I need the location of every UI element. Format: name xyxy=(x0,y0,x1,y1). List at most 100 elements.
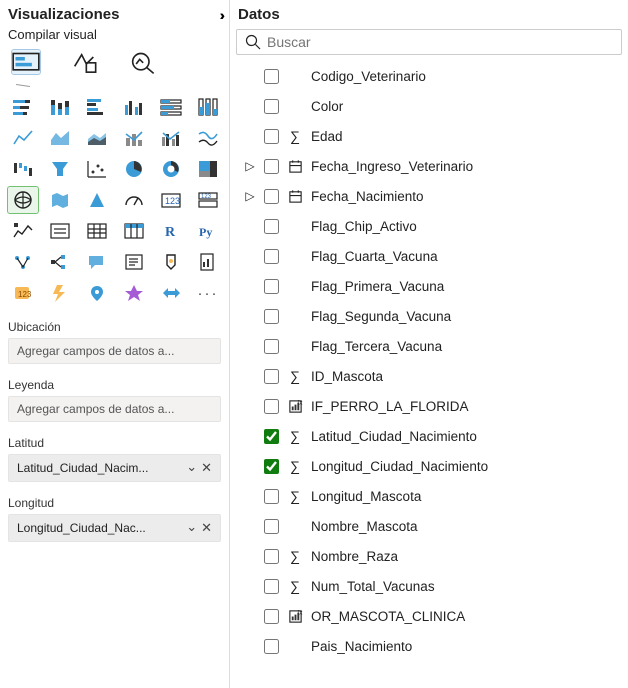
remove-field-icon[interactable]: ✕ xyxy=(201,460,212,476)
expand-caret-icon[interactable]: ▷ xyxy=(244,189,256,203)
viz-py-script[interactable]: Py xyxy=(193,218,223,244)
chevron-down-icon[interactable]: ⌄ xyxy=(186,459,197,475)
field-checkbox[interactable] xyxy=(264,69,279,84)
field-checkbox[interactable] xyxy=(264,219,279,234)
field-checkbox[interactable] xyxy=(264,189,279,204)
viz-pie[interactable] xyxy=(119,156,149,182)
chevron-down-icon[interactable]: ⌄ xyxy=(186,519,197,535)
field-checkbox[interactable] xyxy=(264,399,279,414)
viz-goals[interactable] xyxy=(156,249,186,275)
viz-stacked-area[interactable] xyxy=(82,125,112,151)
field-checkbox[interactable] xyxy=(264,429,279,444)
viz-scatter[interactable] xyxy=(82,156,112,182)
viz-area[interactable] xyxy=(45,125,75,151)
field-checkbox[interactable] xyxy=(264,489,279,504)
field-checkbox[interactable] xyxy=(264,249,279,264)
tab-format-visual[interactable] xyxy=(70,50,98,74)
field-checkbox[interactable] xyxy=(264,129,279,144)
field-row[interactable]: ▷fxOR_MASCOTA_CLINICA xyxy=(230,601,624,631)
field-row[interactable]: ▷Pais_Nacimiento xyxy=(230,631,624,661)
viz-treemap[interactable] xyxy=(193,156,223,182)
viz-custom-2[interactable] xyxy=(156,280,186,306)
field-checkbox[interactable] xyxy=(264,459,279,474)
tab-analytics[interactable] xyxy=(128,50,156,74)
viz-r-script[interactable]: R xyxy=(156,218,186,244)
collapse-panel-icon[interactable]: ›› xyxy=(220,7,221,23)
svg-text:Py: Py xyxy=(199,225,212,239)
field-checkbox[interactable] xyxy=(264,369,279,384)
field-row[interactable]: ▷Nombre_Mascota xyxy=(230,511,624,541)
field-name: Flag_Primera_Vacuna xyxy=(311,279,624,294)
viz-line-stacked-column[interactable] xyxy=(119,125,149,151)
viz-ribbon[interactable] xyxy=(193,125,223,151)
field-row[interactable]: ▷∑ID_Mascota xyxy=(230,361,624,391)
field-checkbox[interactable] xyxy=(264,579,279,594)
well-ubicacion[interactable]: Agregar campos de datos a... xyxy=(8,338,221,364)
field-row[interactable]: ▷fxIF_PERRO_LA_FLORIDA xyxy=(230,391,624,421)
field-row[interactable]: ▷Codigo_Veterinario xyxy=(230,61,624,91)
field-checkbox[interactable] xyxy=(264,639,279,654)
field-row[interactable]: ▷∑Nombre_Raza xyxy=(230,541,624,571)
field-row[interactable]: ▷Flag_Tercera_Vacuna xyxy=(230,331,624,361)
viz-key-influencers[interactable] xyxy=(8,249,38,275)
tab-build-visual[interactable] xyxy=(12,50,40,74)
field-checkbox[interactable] xyxy=(264,339,279,354)
expand-caret-icon[interactable]: ▷ xyxy=(244,159,256,173)
field-checkbox[interactable] xyxy=(264,549,279,564)
viz-smart-narrative[interactable] xyxy=(119,249,149,275)
viz-donut[interactable] xyxy=(156,156,186,182)
field-row[interactable]: ▷∑Longitud_Mascota xyxy=(230,481,624,511)
field-checkbox[interactable] xyxy=(264,609,279,624)
viz-map[interactable] xyxy=(8,187,38,213)
field-row[interactable]: ▷Fecha_Nacimiento xyxy=(230,181,624,211)
field-row[interactable]: ▷Flag_Primera_Vacuna xyxy=(230,271,624,301)
viz-qa[interactable] xyxy=(82,249,112,275)
viz-funnel[interactable] xyxy=(45,156,75,182)
field-checkbox[interactable] xyxy=(264,159,279,174)
field-checkbox[interactable] xyxy=(264,519,279,534)
well-longitud[interactable]: Longitud_Ciudad_Nac... ⌄ ✕ xyxy=(8,514,221,542)
viz-card[interactable]: 123 xyxy=(156,187,186,213)
field-row[interactable]: ▷∑Num_Total_Vacunas xyxy=(230,571,624,601)
well-leyenda[interactable]: Agregar campos de datos a... xyxy=(8,396,221,422)
field-row[interactable]: ▷∑Latitud_Ciudad_Nacimiento xyxy=(230,421,624,451)
field-checkbox[interactable] xyxy=(264,279,279,294)
viz-arcgis[interactable] xyxy=(82,280,112,306)
field-checkbox[interactable] xyxy=(264,99,279,114)
viz-100-stacked-bar[interactable] xyxy=(156,94,186,120)
viz-paginated[interactable] xyxy=(193,249,223,275)
viz-matrix[interactable] xyxy=(119,218,149,244)
viz-multi-card[interactable]: 123 xyxy=(193,187,223,213)
viz-kpi[interactable] xyxy=(8,218,38,244)
viz-filled-map[interactable] xyxy=(45,187,75,213)
viz-slicer[interactable] xyxy=(45,218,75,244)
viz-waterfall[interactable] xyxy=(8,156,38,182)
field-row[interactable]: ▷Color xyxy=(230,91,624,121)
viz-gauge[interactable] xyxy=(119,187,149,213)
viz-stacked-column[interactable] xyxy=(45,94,75,120)
viz-power-automate[interactable] xyxy=(45,280,75,306)
field-checkbox[interactable] xyxy=(264,309,279,324)
field-row[interactable]: ▷Fecha_Ingreso_Veterinario xyxy=(230,151,624,181)
viz-line[interactable] xyxy=(8,125,38,151)
viz-custom-1[interactable] xyxy=(119,280,149,306)
viz-table[interactable] xyxy=(82,218,112,244)
search-input[interactable] xyxy=(267,34,613,50)
well-latitud[interactable]: Latitud_Ciudad_Nacim... ⌄ ✕ xyxy=(8,454,221,482)
viz-power-apps[interactable]: 123 xyxy=(8,280,38,306)
field-row[interactable]: ▷Flag_Chip_Activo xyxy=(230,211,624,241)
field-row[interactable]: ▷Flag_Segunda_Vacuna xyxy=(230,301,624,331)
remove-field-icon[interactable]: ✕ xyxy=(201,520,212,536)
field-row[interactable]: ▷∑Edad xyxy=(230,121,624,151)
field-row[interactable]: ▷∑Longitud_Ciudad_Nacimiento xyxy=(230,451,624,481)
viz-decomposition-tree[interactable] xyxy=(45,249,75,275)
viz-stacked-bar[interactable] xyxy=(8,94,38,120)
search-box[interactable] xyxy=(236,29,622,55)
viz-clustered-bar[interactable] xyxy=(82,94,112,120)
viz-more[interactable]: ··· xyxy=(193,280,223,306)
field-row[interactable]: ▷Flag_Cuarta_Vacuna xyxy=(230,241,624,271)
viz-clustered-column[interactable] xyxy=(119,94,149,120)
viz-line-clustered-column[interactable] xyxy=(156,125,186,151)
viz-100-stacked-column[interactable] xyxy=(193,94,223,120)
viz-azure-map[interactable] xyxy=(82,187,112,213)
